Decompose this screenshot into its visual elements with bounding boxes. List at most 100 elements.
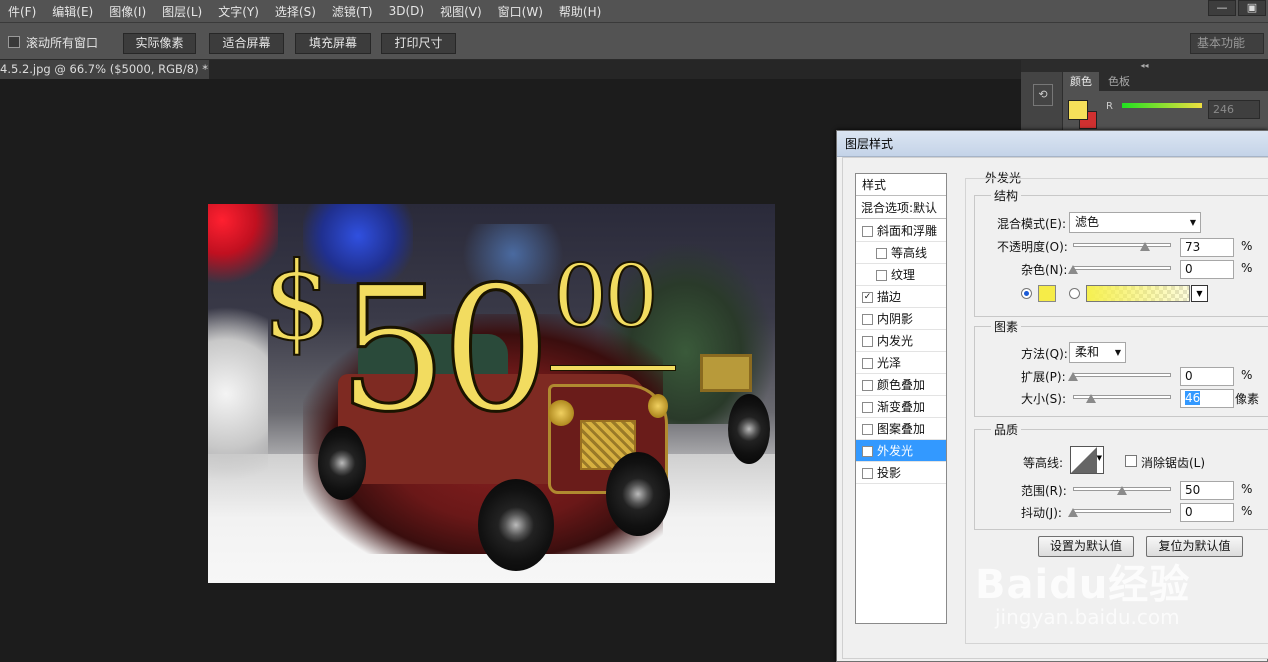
style-item[interactable]: 斜面和浮雕 (856, 220, 946, 242)
style-item[interactable]: 等高线 (856, 242, 946, 264)
jitter-input[interactable]: 0 (1180, 503, 1234, 522)
style-item[interactable]: 光泽 (856, 352, 946, 374)
style-checkbox[interactable] (862, 402, 873, 413)
style-checkbox[interactable] (862, 358, 873, 369)
menu-item[interactable]: 文字(Y) (210, 3, 267, 20)
noise-input[interactable]: 0 (1180, 260, 1234, 279)
contour-picker[interactable]: ▼ (1070, 446, 1104, 474)
fit-screen-button[interactable]: 适合屏幕 (209, 33, 284, 54)
method-select[interactable]: 柔和 ▼ (1069, 342, 1126, 363)
style-checkbox[interactable] (862, 226, 873, 237)
style-checkbox[interactable] (862, 314, 873, 325)
style-item-label: 图案叠加 (877, 422, 926, 436)
style-item[interactable]: ✓ 描边 (856, 286, 946, 308)
menu-bar: 件(F) 编辑(E) 图像(I) 图层(L) 文字(Y) 选择(S) 滤镜(T) 3D(D) 视… (0, 0, 1268, 22)
noise-slider[interactable] (1073, 266, 1171, 270)
glow-color-swatch[interactable] (1038, 285, 1056, 302)
fill-screen-button[interactable]: 填充屏幕 (295, 33, 371, 54)
scroll-all-windows-label: 滚动所有窗口 (26, 36, 99, 50)
opacity-input[interactable]: 73 (1180, 238, 1234, 257)
chevron-down-icon: ▼ (1114, 348, 1121, 357)
print-size-button[interactable]: 打印尺寸 (381, 33, 456, 54)
workspace-selector[interactable]: 基本功能 (1190, 33, 1264, 54)
menu-item[interactable]: 窗口(W) (490, 3, 551, 20)
menu-item[interactable]: 选择(S) (267, 3, 324, 20)
menu-item[interactable]: 3D(D) (381, 4, 432, 18)
style-item[interactable]: 纹理 (856, 264, 946, 286)
menu-item[interactable]: 帮助(H) (551, 3, 609, 20)
window-controls: — ▣ (1208, 0, 1266, 16)
document-canvas[interactable]: $ 50 00 (208, 204, 775, 583)
range-slider-thumb[interactable] (1117, 486, 1127, 495)
blend-mode-select[interactable]: 滤色 ▼ (1069, 212, 1201, 233)
menu-item[interactable]: 视图(V) (432, 3, 490, 20)
blend-options-item[interactable]: 混合选项:默认 (856, 197, 946, 219)
actual-pixels-button[interactable]: 实际像素 (123, 33, 196, 54)
style-checkbox[interactable] (862, 380, 873, 391)
styles-header[interactable]: 样式 (856, 174, 946, 196)
noise-slider-thumb[interactable] (1068, 265, 1078, 274)
style-checkbox[interactable] (862, 468, 873, 479)
style-item-label: 光泽 (877, 356, 902, 370)
menu-item[interactable]: 图像(I) (101, 3, 154, 20)
style-item[interactable]: 渐变叠加 (856, 396, 946, 418)
range-unit: % (1241, 482, 1253, 496)
restore-button[interactable]: ▣ (1238, 0, 1266, 16)
style-item-label: 等高线 (891, 246, 928, 260)
size-input[interactable]: 46 (1180, 389, 1234, 408)
opacity-slider[interactable] (1073, 243, 1171, 247)
style-item-label: 外发光 (877, 444, 914, 458)
red-channel-slider[interactable] (1122, 103, 1202, 108)
style-checkbox[interactable] (876, 270, 887, 281)
history-icon[interactable]: ⟲ (1033, 84, 1053, 106)
glow-gradient-preview[interactable] (1086, 285, 1190, 302)
gradient-dropdown-icon[interactable]: ▼ (1191, 285, 1208, 302)
opacity-slider-thumb[interactable] (1139, 242, 1150, 251)
style-item-label: 颜色叠加 (877, 378, 926, 392)
gradient-radio[interactable] (1069, 288, 1080, 299)
collapse-panels-icon[interactable]: ◂◂ (1021, 60, 1268, 72)
minimize-button[interactable]: — (1208, 0, 1236, 16)
solid-color-radio[interactable] (1021, 288, 1032, 299)
tab-color[interactable]: 颜色 (1063, 72, 1099, 91)
menu-item[interactable]: 图层(L) (154, 3, 210, 20)
style-item[interactable]: 内阴影 (856, 308, 946, 330)
spread-slider-thumb[interactable] (1068, 372, 1078, 381)
style-item[interactable]: 投影 (856, 462, 946, 484)
scroll-all-windows-checkbox[interactable] (8, 36, 20, 48)
size-slider-thumb[interactable] (1085, 394, 1096, 403)
style-checkbox[interactable] (862, 424, 873, 435)
cents-underline (550, 365, 676, 371)
style-item[interactable]: 图案叠加 (856, 418, 946, 440)
styles-header-label: 样式 (862, 178, 887, 192)
baidu-watermark: Baidu经验 (975, 562, 1191, 608)
blend-mode-label: 混合模式(E): (997, 217, 1066, 231)
document-tab[interactable]: 4.5.2.jpg @ 66.7% ($5000, RGB/8) * × (0, 60, 209, 79)
options-bar: 滚动所有窗口 实际像素 适合屏幕 填充屏幕 打印尺寸 基本功能 (0, 22, 1268, 60)
style-checkbox[interactable]: ✓ (862, 292, 873, 303)
foreground-color-swatch[interactable] (1068, 100, 1088, 120)
spread-label: 扩展(P): (1021, 370, 1066, 384)
jitter-slider[interactable] (1073, 509, 1171, 513)
style-checkbox[interactable]: ✓ (862, 446, 873, 457)
antialias-checkbox[interactable] (1125, 455, 1137, 467)
spread-input[interactable]: 0 (1180, 367, 1234, 386)
menu-item[interactable]: 滤镜(T) (324, 3, 381, 20)
style-item-label: 斜面和浮雕 (877, 224, 938, 238)
red-channel-value[interactable]: 246 (1208, 100, 1260, 119)
style-checkbox[interactable] (876, 248, 887, 259)
menu-item[interactable]: 编辑(E) (44, 3, 101, 20)
style-item[interactable]: 颜色叠加 (856, 374, 946, 396)
style-item[interactable]: 内发光 (856, 330, 946, 352)
style-checkbox[interactable] (862, 336, 873, 347)
method-label: 方法(Q): (1021, 347, 1068, 361)
contour-label: 等高线: (1023, 456, 1064, 470)
blend-mode-value: 滤色 (1075, 215, 1100, 229)
spread-slider[interactable] (1073, 373, 1171, 377)
menu-item[interactable]: 件(F) (0, 3, 44, 20)
tab-swatches[interactable]: 色板 (1101, 72, 1137, 91)
style-item[interactable]: ✓ 外发光 (856, 440, 946, 462)
jitter-slider-thumb[interactable] (1068, 508, 1078, 517)
size-unit: 像素 (1235, 392, 1260, 406)
range-input[interactable]: 50 (1180, 481, 1234, 500)
